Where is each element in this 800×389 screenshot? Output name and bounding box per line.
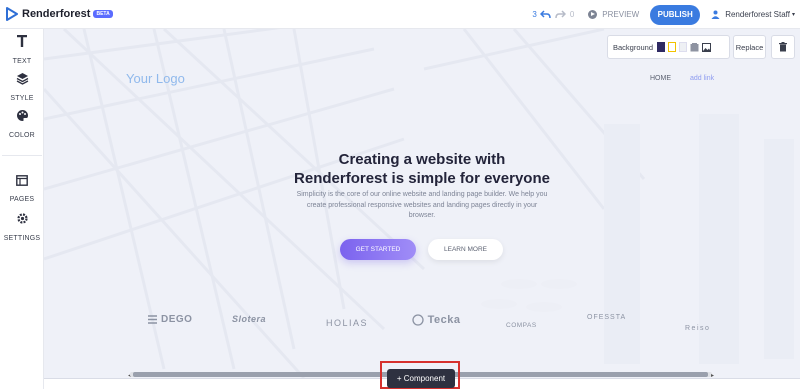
partner-name: HOLIAS	[326, 318, 369, 328]
partner-logo-holias: HOLIAS	[326, 318, 368, 328]
sidebar-item-style[interactable]: STYLE	[0, 72, 44, 105]
background-pattern-icon[interactable]	[690, 42, 699, 52]
app-name: Renderforest	[22, 8, 91, 20]
sidebar-label-style: STYLE	[10, 95, 34, 102]
partner-name: Slotera	[232, 314, 267, 324]
beta-badge: BETA	[93, 10, 113, 18]
publish-button[interactable]: PUBLISH	[650, 4, 701, 25]
sidebar-label-settings: SETTINGS	[3, 235, 41, 242]
hero-title-line-1: Creating a website with	[338, 151, 506, 168]
partner-logo-tecka: Tecka	[412, 314, 460, 326]
trash-icon	[779, 42, 787, 52]
sidebar-item-text[interactable]: TEXT	[0, 35, 44, 68]
swatch-white-selected[interactable]	[668, 42, 677, 52]
redo-count: 0	[569, 10, 575, 19]
tecka-mark-icon	[412, 314, 424, 326]
pages-icon	[16, 175, 28, 186]
partner-logo-ofessta: OFESSTA	[587, 314, 626, 321]
sidebar-item-color[interactable]: COLOR	[0, 109, 44, 142]
sidebar-item-pages[interactable]: PAGES	[0, 175, 44, 206]
get-started-button[interactable]: GET STARTED	[340, 239, 416, 260]
delete-button[interactable]	[771, 35, 795, 59]
chevron-down-icon: ▾	[791, 12, 795, 18]
renderforest-logo-icon	[6, 7, 18, 21]
site-nav-home[interactable]: HOME	[650, 75, 671, 82]
partner-logo-dego: DEGO	[147, 314, 192, 325]
partner-logo-reiso: Reiso	[685, 325, 710, 332]
replace-button[interactable]: Replace	[733, 35, 766, 59]
site-nav-add-link[interactable]: add link	[690, 75, 714, 82]
gear-icon	[16, 213, 28, 224]
hero-title-line-2: Renderforest is simple for everyone	[294, 170, 550, 187]
user-name: Renderforest Staff	[725, 10, 790, 19]
swatch-dark[interactable]	[657, 42, 666, 52]
partner-name: Tecka	[427, 314, 461, 326]
user-menu[interactable]: Renderforest Staff ▾	[711, 10, 795, 19]
swatch-light[interactable]	[679, 42, 688, 52]
partner-logo-compas: COMPAS	[506, 322, 537, 329]
partner-name: COMPAS	[506, 322, 537, 329]
partner-name: Reiso	[685, 325, 711, 332]
hero-title[interactable]: Creating a website with Renderforest is …	[240, 150, 604, 188]
sidebar-label-text: TEXT	[12, 58, 32, 65]
layers-icon	[16, 73, 28, 85]
play-icon	[588, 10, 598, 19]
top-bar: Renderforest BETA 3 0 PREVIEW PUBLISH Re…	[0, 0, 800, 29]
left-sidebar: TEXT STYLE COLOR PAGES SETTINGS	[0, 29, 44, 389]
sidebar-divider	[2, 155, 42, 156]
background-label: Background	[613, 42, 654, 52]
site-logo[interactable]: Your Logo	[126, 71, 185, 86]
undo-count: 3	[532, 10, 537, 19]
partner-name: DEGO	[161, 314, 193, 325]
learn-more-button[interactable]: LEARN MORE	[428, 239, 503, 260]
background-toolbox: Background	[607, 35, 730, 59]
user-icon	[711, 10, 720, 19]
partner-logo-slotera: Slotera	[232, 314, 266, 324]
image-icon[interactable]	[702, 42, 712, 52]
sidebar-item-settings[interactable]: SETTINGS	[0, 212, 44, 245]
sidebar-label-pages: PAGES	[9, 196, 35, 203]
dego-mark-icon	[148, 315, 157, 324]
sidebar-label-color: COLOR	[9, 132, 35, 139]
text-icon	[17, 35, 27, 47]
brand[interactable]: Renderforest BETA	[6, 7, 113, 21]
page-canvas[interactable]: Background Replace Your Logo HOME add li…	[44, 29, 800, 378]
preview-label: PREVIEW	[602, 10, 640, 19]
redo-icon[interactable]	[555, 10, 566, 19]
palette-icon	[16, 110, 28, 121]
undo-icon[interactable]	[539, 10, 551, 19]
preview-button[interactable]: PREVIEW	[588, 10, 639, 19]
add-component-button[interactable]: + Component	[387, 369, 455, 388]
hero-subtitle[interactable]: Simplicity is the core of our online web…	[294, 190, 550, 222]
partner-name: OFESSTA	[587, 314, 627, 321]
